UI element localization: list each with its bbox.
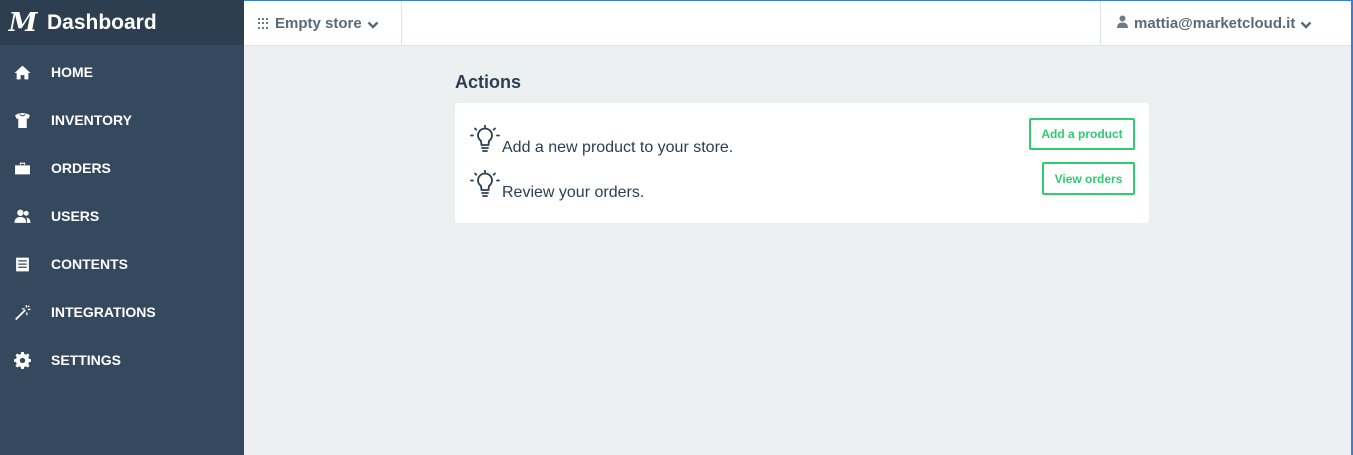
lightbulb-icon — [470, 169, 500, 205]
action-item: Add a new product to your store. — [470, 124, 734, 160]
action-item: Review your orders. — [470, 169, 645, 205]
actions-card: Add a new product to your store. Review … — [455, 103, 1149, 223]
sidebar-item-home[interactable]: HOME — [0, 48, 244, 96]
sidebar-item-integrations[interactable]: INTEGRATIONS — [0, 288, 244, 336]
sidebar: M Dashboard HOME INVENTORY ORDERS USERS — [0, 0, 244, 455]
action-text: Add a new product to your store. — [502, 138, 734, 156]
store-name: Empty store — [275, 15, 362, 32]
grid-icon — [258, 17, 270, 30]
store-selector[interactable]: Empty store — [244, 1, 402, 46]
add-product-button[interactable]: Add a product — [1029, 118, 1135, 150]
gear-icon — [13, 351, 31, 369]
sidebar-item-label: USERS — [51, 208, 100, 224]
home-icon — [13, 63, 31, 81]
sidebar-item-label: CONTENTS — [51, 256, 128, 272]
sidebar-item-label: SETTINGS — [51, 352, 122, 368]
sidebar-item-orders[interactable]: ORDERS — [0, 144, 244, 192]
sidebar-item-inventory[interactable]: INVENTORY — [0, 96, 244, 144]
sidebar-item-label: HOME — [51, 64, 93, 80]
sidebar-item-label: ORDERS — [51, 160, 111, 176]
sidebar-item-settings[interactable]: SETTINGS — [0, 336, 244, 384]
user-menu[interactable]: mattia@marketcloud.it — [1100, 1, 1353, 46]
sidebar-item-label: INVENTORY — [51, 112, 132, 128]
document-icon — [13, 255, 31, 273]
chevron-down-icon — [367, 18, 379, 30]
view-orders-button[interactable]: View orders — [1042, 162, 1135, 195]
chevron-down-icon — [1300, 18, 1312, 30]
lightbulb-icon — [470, 124, 500, 160]
user-email: mattia@marketcloud.it — [1134, 15, 1296, 32]
users-icon — [13, 207, 31, 225]
marketcloud-logo: M — [8, 7, 38, 38]
magic-wand-icon — [13, 303, 31, 321]
app-title: Dashboard — [47, 10, 157, 34]
action-text: Review your orders. — [502, 183, 645, 201]
sidebar-item-contents[interactable]: CONTENTS — [0, 240, 244, 288]
sidebar-item-users[interactable]: USERS — [0, 192, 244, 240]
sidebar-item-label: INTEGRATIONS — [51, 304, 156, 320]
user-icon — [1116, 15, 1129, 33]
top-bar: Empty store mattia@marketcloud.it — [244, 0, 1353, 46]
brand-bar[interactable]: M Dashboard — [0, 0, 244, 45]
section-title: Actions — [455, 72, 522, 92]
briefcase-icon — [13, 159, 31, 177]
tshirt-icon — [13, 111, 31, 129]
sidebar-nav: HOME INVENTORY ORDERS USERS CONTENTS INT… — [0, 48, 244, 384]
